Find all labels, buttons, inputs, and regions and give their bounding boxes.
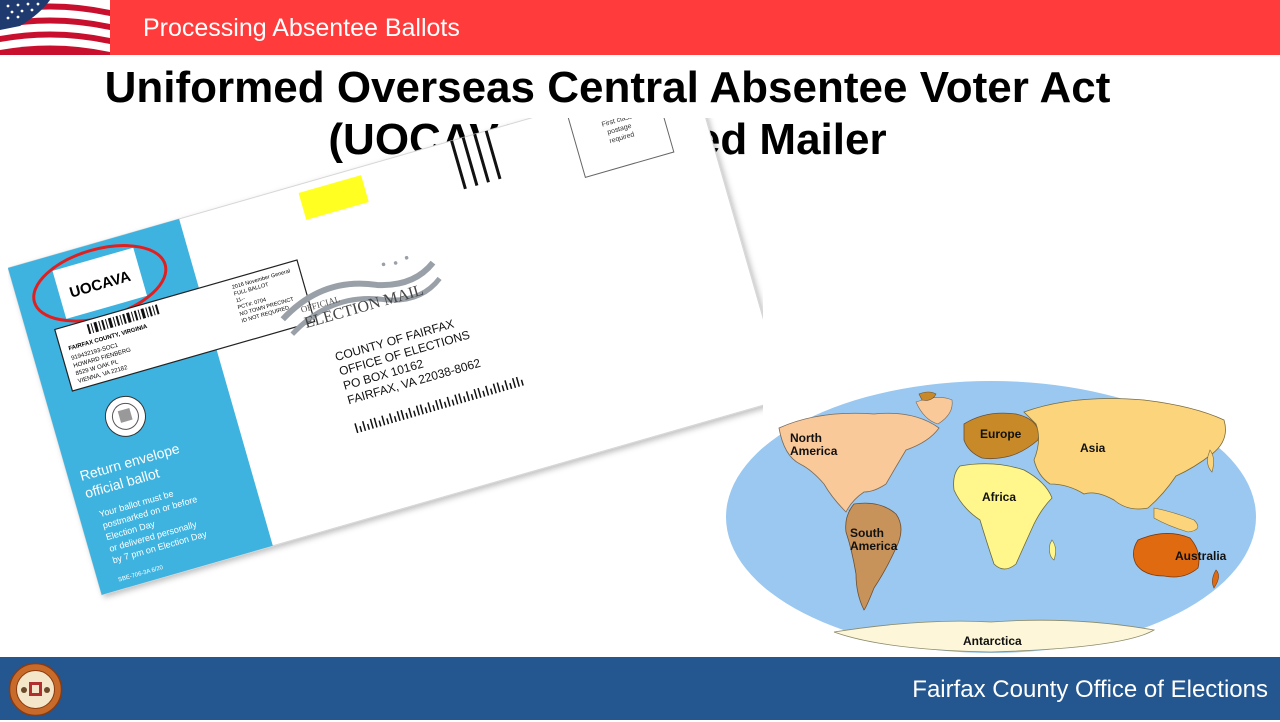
label-south-america-2: America <box>850 539 898 553</box>
section-title: Processing Absentee Ballots <box>143 14 460 42</box>
slide-title-line1: Uniformed Overseas Central Absentee Vote… <box>104 63 1111 112</box>
label-australia: Australia <box>1175 549 1227 563</box>
footer-org-name: Fairfax County Office of Elections <box>912 676 1268 703</box>
label-antarctica: Antarctica <box>963 634 1022 648</box>
label-africa: Africa <box>982 490 1016 504</box>
uocava-envelope-image: UOCAVA FAIRFAX COUNTY, VIRGINIA 91943219… <box>7 71 787 608</box>
fairfax-county-seal-icon <box>8 662 63 717</box>
label-north-america: North <box>790 431 822 445</box>
world-map-image: North America Europe Asia Africa South A… <box>724 380 1258 655</box>
us-flag-icon <box>0 0 110 55</box>
label-south-america: South <box>850 526 884 540</box>
label-asia: Asia <box>1080 441 1106 455</box>
label-europe: Europe <box>980 427 1022 441</box>
label-north-america-2: America <box>790 444 838 458</box>
header-bar: Processing Absentee Ballots <box>0 0 1280 55</box>
